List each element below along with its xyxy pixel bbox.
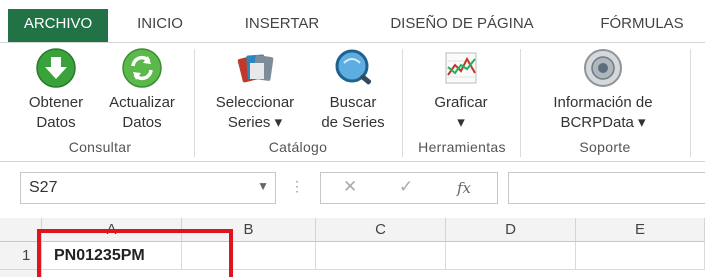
informacion-bcrpdata-button[interactable]: Información de BCRPData ▾	[528, 47, 678, 133]
informacion-label-1: Información de	[553, 94, 653, 111]
green-download-icon	[36, 48, 76, 88]
magnifier-globe-icon	[335, 49, 372, 85]
name-box-value: S27	[29, 179, 58, 196]
select-all-corner[interactable]	[0, 218, 42, 242]
formula-input[interactable]	[508, 172, 705, 204]
formula-controls: ✕ ✓ fx	[320, 172, 498, 204]
graficar-label-1: Graficar	[434, 94, 488, 111]
actualizar-datos-label-1: Actualizar	[109, 94, 175, 111]
obtener-datos-label-2: Datos	[36, 114, 76, 131]
column-header-c[interactable]: C	[316, 218, 446, 242]
actualizar-datos-button[interactable]: Actualizar Datos	[96, 47, 188, 133]
drag-handle-icon[interactable]: ⋮	[290, 178, 304, 195]
tab-diseno-de-pagina[interactable]: DISEÑO DE PÁGINA	[362, 9, 562, 39]
info-seal-icon	[584, 49, 622, 87]
obtener-datos-label-1: Obtener	[28, 94, 84, 111]
tab-archivo[interactable]: ARCHIVO	[8, 9, 108, 42]
seleccionar-series-button[interactable]: Seleccionar Series ▾	[200, 47, 310, 133]
buscar-de-series-label-1: Buscar	[329, 94, 377, 111]
buscar-de-series-label-2: de Series	[321, 114, 385, 131]
enter-icon[interactable]: ✓	[399, 177, 413, 197]
highlight-box	[37, 229, 233, 277]
seleccionar-series-label-1: Seleccionar	[215, 94, 295, 111]
tab-insertar[interactable]: INSERTAR	[222, 9, 342, 39]
green-refresh-icon	[122, 48, 162, 88]
ribbon: Obtener Datos Actualizar Datos Seleccion…	[0, 42, 705, 162]
series-cards-icon	[237, 54, 274, 83]
group-separator	[690, 49, 691, 157]
line-chart-icon	[445, 52, 477, 84]
insert-function-icon[interactable]: fx	[457, 179, 471, 197]
group-label-consultar: Consultar	[68, 139, 132, 155]
column-header-d[interactable]: D	[446, 218, 576, 242]
column-header-e[interactable]: E	[576, 218, 705, 242]
group-label-herramientas: Herramientas	[418, 139, 506, 155]
row-header-1[interactable]: 1	[0, 242, 42, 270]
cell-d1[interactable]	[446, 242, 576, 270]
tab-inicio[interactable]: INICIO	[118, 9, 202, 39]
graficar-dropdown-icon: ▾	[457, 114, 465, 131]
ribbon-tab-bar: ARCHIVO INICIO INSERTAR DISEÑO DE PÁGINA…	[0, 0, 705, 42]
formula-bar: S27 ▼ ⋮ ✕ ✓ fx	[0, 162, 705, 218]
informacion-label-2: BCRPData ▾	[560, 114, 646, 131]
cell-e1[interactable]	[576, 242, 705, 270]
obtener-datos-button[interactable]: Obtener Datos	[16, 47, 96, 133]
cancel-icon[interactable]: ✕	[343, 177, 357, 197]
row-header-2[interactable]	[0, 270, 42, 277]
tab-formulas[interactable]: FÓRMULAS	[582, 9, 702, 39]
name-box[interactable]: S27 ▼	[20, 172, 276, 204]
graficar-button[interactable]: Graficar ▾	[410, 47, 512, 133]
actualizar-datos-label-2: Datos	[122, 114, 162, 131]
seleccionar-series-label-2: Series ▾	[227, 114, 283, 131]
chevron-down-icon[interactable]: ▼	[257, 179, 269, 193]
group-separator	[194, 49, 195, 157]
group-label-soporte: Soporte	[579, 139, 631, 155]
group-label-catalogo: Catálogo	[268, 139, 328, 155]
buscar-de-series-button[interactable]: Buscar de Series	[310, 47, 396, 133]
cell-c1[interactable]	[316, 242, 446, 270]
